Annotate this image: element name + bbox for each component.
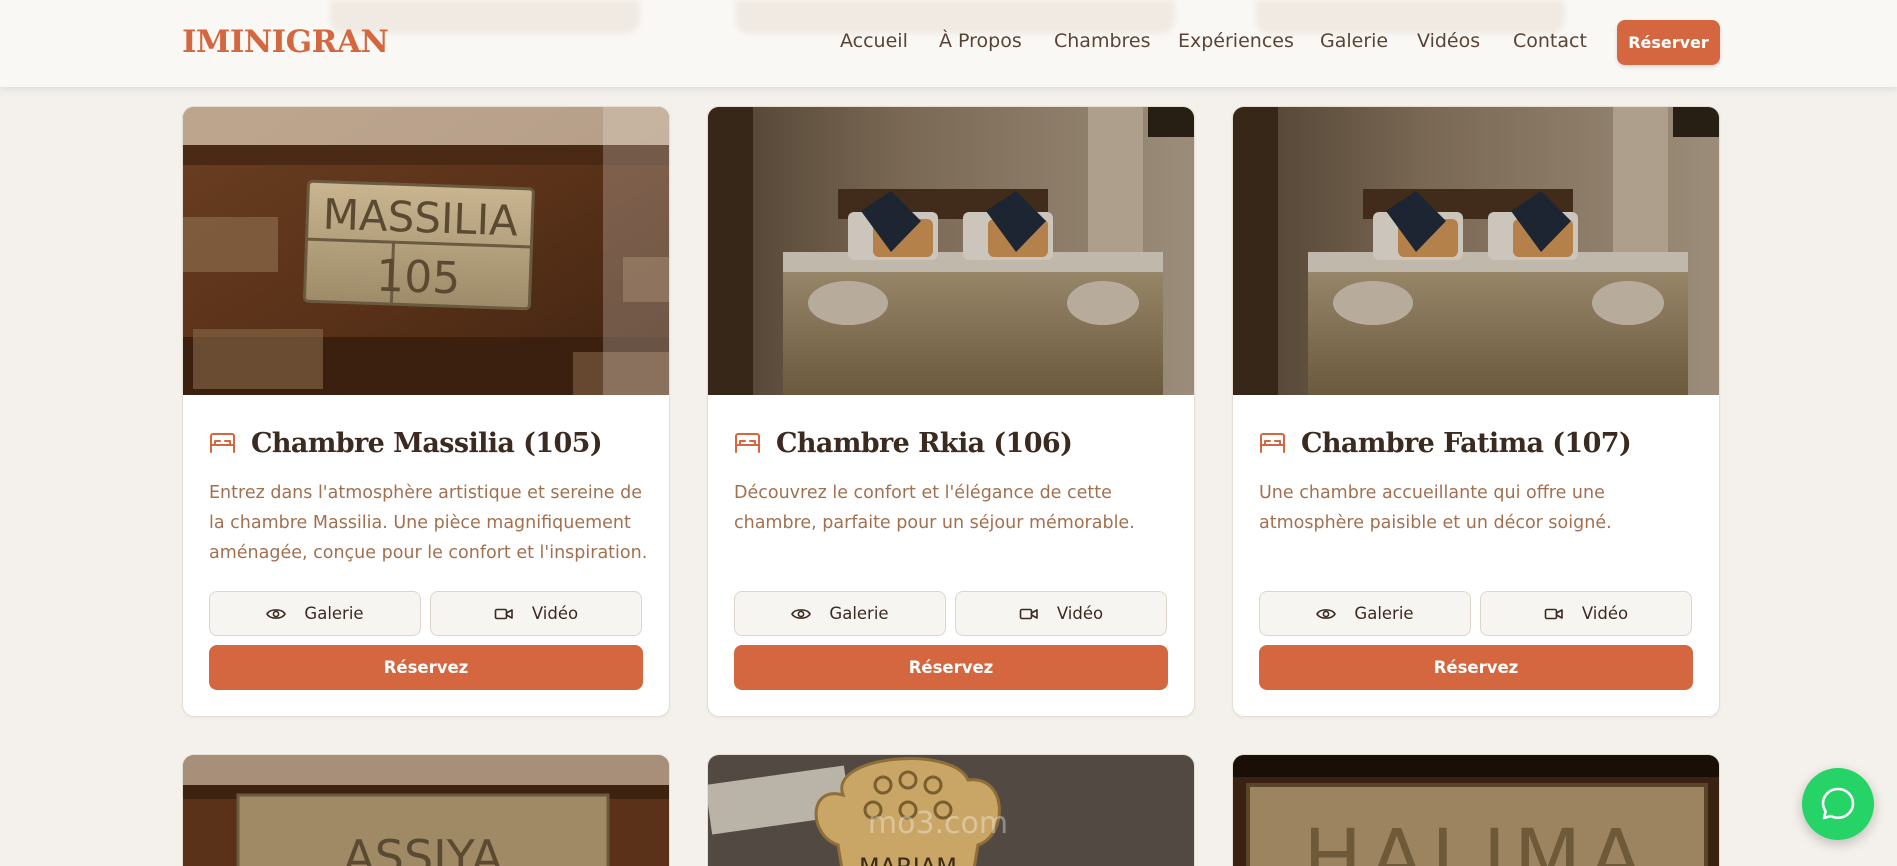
room-card-halima-preview[interactable]: HALIMA (1232, 754, 1720, 866)
nav-item-videos[interactable]: Vidéos (1417, 30, 1480, 52)
nav-item-accueil[interactable]: Accueil (840, 30, 908, 52)
nav-item-galerie[interactable]: Galerie (1320, 30, 1388, 52)
image-text: ASSIYA (343, 830, 503, 866)
video-button-label: Vidéo (1056, 604, 1104, 623)
whatsapp-chat-button[interactable] (1802, 768, 1874, 840)
header-reserve-button[interactable]: Réserver (1617, 20, 1720, 65)
bed-icon (1260, 433, 1285, 453)
site-logo[interactable]: IMINIGRAN (182, 24, 389, 60)
room-card-massilia: MASSILIA 105 Chambre Massilia (105) Entr… (182, 106, 670, 717)
video-camera-icon (1544, 608, 1563, 619)
nav-item-experiences[interactable]: Expériences (1178, 30, 1294, 52)
room-title-row: Chambre Rkia (106) (734, 423, 1073, 463)
nav-item-chambres[interactable]: Chambres (1054, 30, 1151, 52)
room-title: Chambre Massilia (105) (251, 427, 603, 459)
eye-icon (1316, 608, 1337, 619)
reserve-button[interactable]: Réservez (1259, 645, 1693, 690)
video-button[interactable]: Vidéo (955, 591, 1167, 636)
eye-icon (791, 608, 812, 619)
room-card-fatima: Chambre Fatima (107) Une chambre accueil… (1232, 106, 1720, 717)
room-description: Une chambre accueillante qui offre une a… (1259, 483, 1612, 533)
room-card-mariam-preview[interactable]: MARIAM mo3.com (707, 754, 1195, 866)
video-button[interactable]: Vidéo (430, 591, 642, 636)
room-title: Chambre Fatima (107) (1301, 427, 1632, 459)
room-title: Chambre Rkia (106) (776, 427, 1073, 459)
gallery-button-label: Galerie (304, 604, 364, 623)
room-title-row: Chambre Massilia (105) (209, 423, 603, 463)
scrolled-content-shadow (735, 0, 1175, 34)
room-title-row: Chambre Fatima (107) (1259, 423, 1632, 463)
gallery-button-label: Galerie (829, 604, 889, 623)
room-photo-massilia[interactable]: MASSILIA 105 (183, 107, 669, 395)
room-card-assiya-preview[interactable]: ASSIYA (182, 754, 670, 866)
gallery-button[interactable]: Galerie (209, 591, 421, 636)
image-text: HALIMA (1303, 814, 1650, 866)
nav-item-contact[interactable]: Contact (1513, 30, 1587, 52)
scrolled-content-shadow (1255, 0, 1565, 34)
reserve-button[interactable]: Réservez (209, 645, 643, 690)
video-button-label: Vidéo (531, 604, 579, 623)
site-header: IMINIGRAN Accueil À Propos Chambres Expé… (0, 0, 1897, 87)
gallery-button[interactable]: Galerie (734, 591, 946, 636)
image-text: MARIAM (859, 853, 957, 866)
video-button-label: Vidéo (1581, 604, 1629, 623)
video-camera-icon (494, 608, 513, 619)
bed-icon (735, 433, 760, 453)
room-photo-fatima[interactable] (1233, 107, 1719, 395)
room-photo-rkia[interactable] (708, 107, 1194, 395)
room-card-rkia: Chambre Rkia (106) Découvrez le confort … (707, 106, 1195, 717)
svg-text:MASSILIA: MASSILIA (322, 190, 519, 246)
gallery-button-label: Galerie (1354, 604, 1414, 623)
watermark-text: mo3.com (868, 806, 1008, 841)
nav-item-a-propos[interactable]: À Propos (939, 30, 1022, 52)
video-camera-icon (1019, 608, 1038, 619)
video-button[interactable]: Vidéo (1480, 591, 1692, 636)
eye-icon (266, 608, 287, 619)
bed-icon (210, 433, 235, 453)
whatsapp-icon (1821, 787, 1855, 820)
svg-text:105: 105 (375, 251, 461, 305)
room-description: Découvrez le confort et l'élégance de ce… (734, 483, 1135, 533)
reserve-button[interactable]: Réservez (734, 645, 1168, 690)
room-description: Entrez dans l'atmosphère artistique et s… (209, 483, 648, 563)
gallery-button[interactable]: Galerie (1259, 591, 1471, 636)
